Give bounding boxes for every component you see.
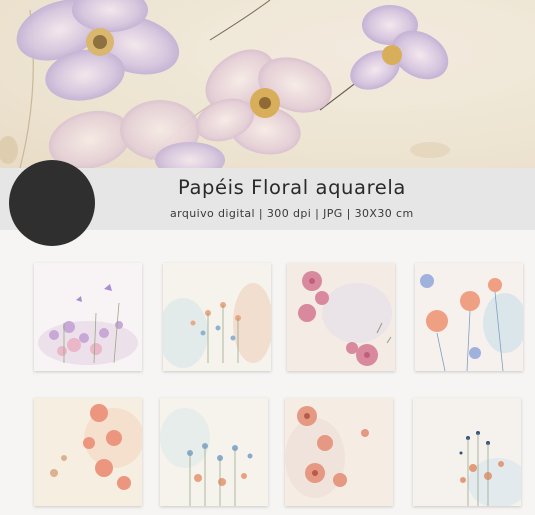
thumbnail-peach-blossoms[interactable] — [34, 398, 142, 506]
thumbnail-lavender-wildflowers[interactable] — [34, 263, 142, 371]
banner-image — [0, 0, 535, 168]
product-subtitle: arquivo digital | 300 dpi | JPG | 30X30 … — [170, 207, 414, 220]
thumbnail-dotted-meadow[interactable] — [413, 398, 521, 506]
thumbnail-salmon-blossoms[interactable] — [285, 398, 393, 506]
thumbnail-blue-meadow[interactable] — [160, 398, 268, 506]
floral-paper-image — [160, 398, 268, 506]
floral-paper-image — [285, 398, 393, 506]
floral-paper-image — [413, 398, 521, 506]
floral-paper-image — [34, 398, 142, 506]
watercolor-flowers-illustration — [0, 0, 450, 168]
floral-paper-image — [34, 263, 142, 371]
floral-paper-image — [287, 263, 395, 371]
floral-paper-image — [163, 263, 271, 371]
thumbnail-pink-blossoms[interactable] — [287, 263, 395, 371]
floral-paper-image — [415, 263, 523, 371]
decorative-circle — [9, 160, 95, 246]
thumbnail-coral-poppies[interactable] — [415, 263, 523, 371]
thumbnail-pastel-meadow[interactable] — [163, 263, 271, 371]
product-title: Papéis Floral aquarela — [178, 176, 406, 199]
